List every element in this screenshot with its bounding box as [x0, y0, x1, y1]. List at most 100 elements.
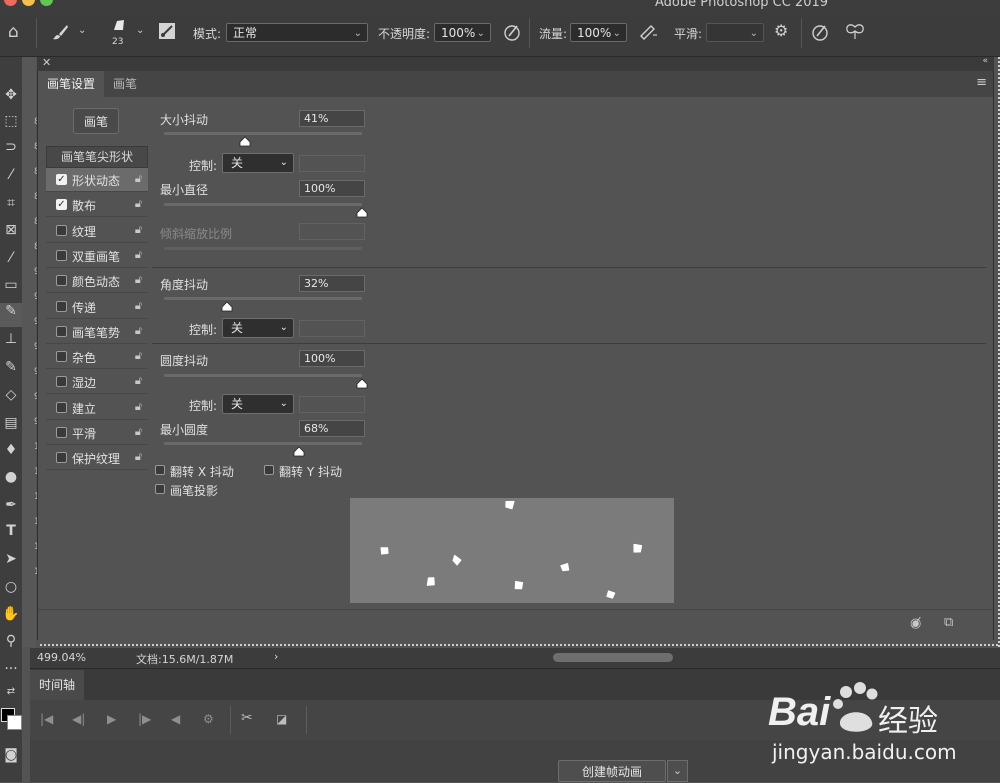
lasso-tool-icon[interactable]: ⊃ [0, 139, 22, 155]
zoom-level[interactable]: 499.04% [37, 651, 86, 664]
smoothing-input[interactable]: ⌄ [706, 23, 764, 42]
option-checkbox[interactable] [56, 452, 67, 464]
brush-option-row[interactable]: 湿边 🔓︎ [46, 370, 148, 395]
brushes-button[interactable]: 画笔 [73, 108, 119, 134]
option-checkbox[interactable] [56, 401, 67, 413]
lock-icon[interactable]: 🔓︎ [135, 299, 142, 313]
marquee-tool-icon[interactable]: ⬚ [0, 113, 22, 129]
chevron-down-icon[interactable]: ⌄ [78, 26, 86, 36]
airbrush-icon[interactable] [638, 23, 658, 44]
brush-preset-icon[interactable] [112, 18, 126, 35]
eyedropper-tool-icon[interactable]: ⁄ [0, 250, 22, 266]
next-frame-icon[interactable]: |▶ [138, 712, 151, 726]
roundness-jitter-slider[interactable] [164, 374, 368, 389]
move-tool-icon[interactable]: ✥ [0, 87, 22, 103]
brush-option-row[interactable]: 保护纹理 🔓︎ [46, 446, 148, 471]
brush-option-row[interactable]: 杂色 🔓︎ [46, 345, 148, 370]
option-checkbox[interactable] [56, 351, 67, 363]
brush-option-row[interactable]: 颜色动态 🔓︎ [46, 269, 148, 294]
lock-icon[interactable]: 🔓︎ [135, 324, 142, 338]
symmetry-butterfly-icon[interactable] [845, 23, 865, 44]
settings-gear-icon[interactable]: ⚙ [203, 712, 214, 726]
min-roundness-input[interactable]: 68% [299, 420, 365, 437]
brush-option-row[interactable]: 平滑 🔓︎ [46, 421, 148, 445]
first-frame-icon[interactable]: |◀ [40, 712, 53, 726]
option-checkbox[interactable] [56, 249, 67, 261]
history-brush-tool-icon[interactable]: ✎ [0, 359, 22, 375]
option-checkbox[interactable] [56, 275, 67, 287]
flow-input[interactable]: 100% ⌄ [570, 23, 627, 42]
clone-stamp-tool-icon[interactable]: ⊥ [0, 331, 22, 347]
opacity-input[interactable]: 100% ⌄ [434, 23, 491, 42]
previous-frame-icon[interactable]: ◀| [72, 712, 85, 726]
create-new-brush-icon[interactable]: ⧉ [944, 615, 953, 630]
mode-select[interactable]: 正常 ⌄ [226, 23, 368, 42]
brush-option-row[interactable]: 传递 🔓︎ [46, 294, 148, 319]
lock-icon[interactable]: 🔓︎ [135, 248, 142, 262]
home-icon[interactable]: ⌂ [8, 24, 19, 41]
option-checkbox[interactable] [56, 224, 67, 236]
scissors-icon[interactable]: ✂ [241, 710, 253, 726]
min-diameter-input[interactable]: 100% [299, 180, 365, 197]
option-checkbox[interactable] [56, 376, 67, 388]
option-checkbox[interactable]: ✓ [56, 174, 67, 185]
dodge-tool-icon[interactable]: ● [0, 469, 22, 485]
roundness-control-select[interactable]: 关 ⌄ [222, 394, 294, 414]
pen-tool-icon[interactable]: ✒ [0, 497, 22, 513]
play-icon[interactable]: ▶ [107, 712, 116, 726]
size-control-select[interactable]: 关 ⌄ [222, 153, 294, 173]
chevron-right-icon[interactable]: › [274, 650, 278, 663]
option-checkbox[interactable]: ✓ [56, 199, 67, 211]
crop-tool-icon[interactable]: ⌗ [0, 195, 22, 211]
flip-y-checkbox[interactable] [264, 465, 274, 475]
pressure-opacity-icon[interactable] [503, 23, 521, 44]
quick-mask-icon[interactable]: ◙ [0, 747, 22, 763]
type-tool-icon[interactable]: T [0, 523, 22, 539]
brush-tip-shape-header[interactable]: 画笔笔尖形状 [46, 146, 148, 168]
tab-timeline[interactable]: 时间轴 [30, 670, 84, 700]
brush-projection-checkbox[interactable] [155, 484, 165, 494]
tab-brushes[interactable]: 画笔 [104, 71, 146, 97]
zoom-tool-icon[interactable]: ⚲ [0, 633, 22, 649]
collapse-icon[interactable]: « [982, 56, 988, 66]
chevron-down-icon[interactable]: ⌄ [667, 760, 688, 782]
min-diameter-slider[interactable] [164, 203, 368, 218]
lock-icon[interactable]: 🔓︎ [135, 425, 142, 439]
angle-jitter-slider[interactable] [164, 297, 362, 312]
brush-option-row[interactable]: 纹理 🔓︎ [46, 218, 148, 243]
more-tools-icon[interactable]: ··· [0, 661, 22, 677]
angle-control-select[interactable]: 关 ⌄ [222, 318, 294, 338]
toggle-preview-icon[interactable]: ◉̸ [910, 616, 921, 631]
horizontal-scrollbar[interactable] [553, 653, 673, 662]
lock-icon[interactable]: 🔓︎ [135, 273, 142, 287]
brush-option-row[interactable]: ✓ 散布 🔓︎ [46, 193, 148, 218]
path-selection-tool-icon[interactable]: ➤ [0, 551, 22, 567]
magic-wand-tool-icon[interactable]: ⁄ [0, 167, 22, 183]
lock-icon[interactable]: 🔓︎ [135, 197, 142, 211]
option-checkbox[interactable] [56, 427, 67, 438]
brush-option-row[interactable]: ✓ 形状动态 🔓︎ [46, 168, 148, 192]
brush-tool-icon[interactable]: ✎ [0, 303, 22, 327]
lock-icon[interactable]: 🔓︎ [135, 400, 142, 414]
eraser-tool-icon[interactable]: ◇ [0, 387, 22, 403]
healing-brush-tool-icon[interactable]: ▭ [0, 277, 22, 293]
size-jitter-slider[interactable] [164, 132, 362, 147]
lock-icon[interactable]: 🔓︎ [135, 450, 142, 464]
close-icon[interactable]: ✕ [42, 56, 51, 69]
option-checkbox[interactable] [56, 300, 67, 312]
brush-option-row[interactable]: 双重画笔 🔓︎ [46, 243, 148, 268]
tab-brush-settings[interactable]: 画笔设置 [38, 71, 105, 97]
chevron-down-icon[interactable]: ⌄ [136, 26, 144, 36]
pressure-size-icon[interactable] [811, 23, 829, 44]
lock-icon[interactable]: 🔓︎ [135, 172, 142, 186]
option-checkbox[interactable] [56, 325, 67, 337]
lock-icon[interactable]: 🔓︎ [135, 349, 142, 363]
ellipse-tool-icon[interactable]: ○ [0, 579, 22, 595]
brush-tool-icon[interactable] [52, 23, 70, 44]
panel-menu-icon[interactable]: ≡ [976, 75, 987, 90]
roundness-jitter-input[interactable]: 100% [299, 350, 365, 367]
size-jitter-input[interactable]: 41% [299, 110, 365, 127]
gear-icon[interactable]: ⚙ [774, 23, 788, 39]
create-frame-animation-button[interactable]: 创建帧动画 [558, 760, 666, 782]
background-color-swatch[interactable] [7, 715, 22, 730]
